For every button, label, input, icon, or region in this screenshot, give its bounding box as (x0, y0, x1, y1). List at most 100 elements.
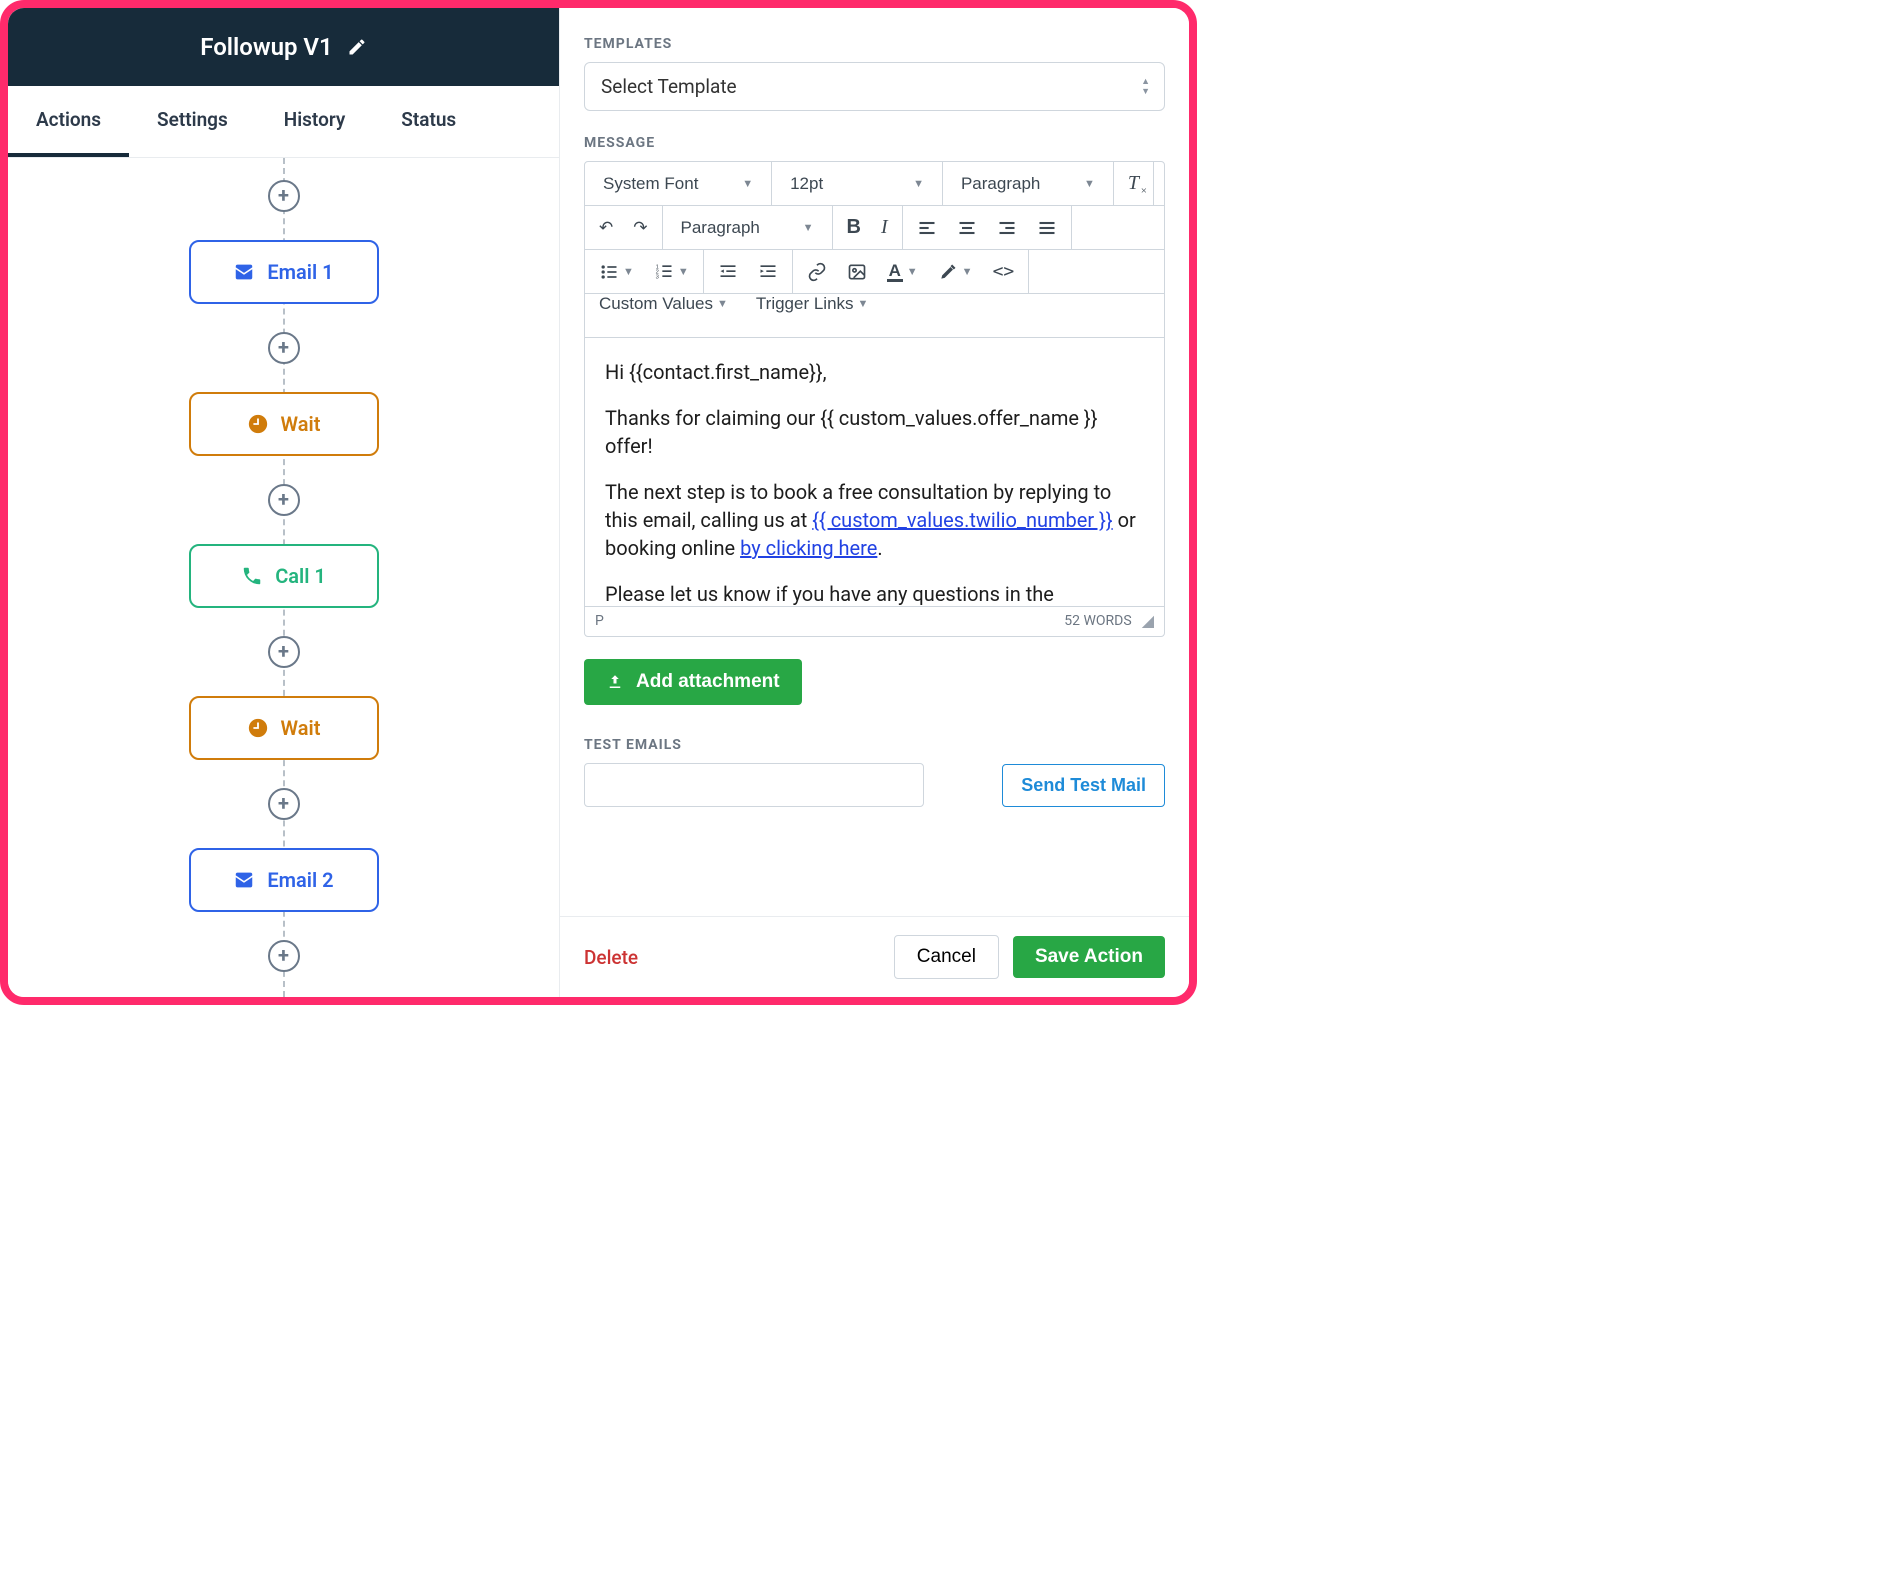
chevron-down-icon: ▼ (962, 266, 973, 278)
tab-settings[interactable]: Settings (129, 86, 256, 157)
save-action-button[interactable]: Save Action (1013, 936, 1165, 978)
delete-button[interactable]: Delete (584, 946, 638, 969)
indent-button[interactable] (748, 250, 788, 293)
action-bar: Delete Cancel Save Action (560, 916, 1189, 997)
message-body[interactable]: Hi {{contact.first_name}}, Thanks for cl… (585, 338, 1164, 606)
chevron-down-icon: ▼ (742, 178, 753, 190)
test-email-input[interactable] (584, 763, 924, 807)
highlight-button[interactable]: ▼ (928, 250, 983, 293)
test-emails-label: TEST EMAILS (584, 737, 1165, 753)
clock-icon (247, 717, 269, 739)
cancel-button[interactable]: Cancel (894, 935, 999, 979)
send-test-mail-button[interactable]: Send Test Mail (1002, 764, 1165, 807)
flow-node-wait-1[interactable]: Wait (189, 392, 379, 456)
flow-node-label: Wait (281, 716, 321, 740)
redo-icon: ↷ (633, 218, 647, 238)
flow-canvas: + Email 1 + Wait + (8, 158, 559, 997)
body-p3c: . (877, 536, 882, 560)
align-right-button[interactable] (987, 206, 1027, 249)
font-family-select[interactable]: System Font ▼ (589, 162, 767, 205)
code-button[interactable]: <> (983, 250, 1025, 293)
clear-formatting-icon: T× (1128, 172, 1139, 195)
status-path: P (595, 613, 604, 629)
flow-node-email-2[interactable]: Email 2 (189, 848, 379, 912)
tab-history[interactable]: History (256, 86, 374, 157)
twilio-number-link[interactable]: {{ custom_values.twilio_number }} (812, 508, 1112, 532)
flow-node-label: Email 2 (267, 868, 333, 892)
align-center-icon (957, 218, 977, 238)
flow-node-label: Call 1 (275, 564, 326, 588)
text-color-button[interactable]: A▼ (877, 250, 928, 293)
add-step-button[interactable]: + (268, 332, 300, 364)
header: Followup V1 (8, 8, 559, 86)
redo-button[interactable]: ↷ (623, 206, 657, 249)
chevron-down-icon: ▼ (717, 298, 728, 310)
outdent-icon (718, 262, 738, 282)
bold-icon: B (847, 216, 861, 239)
booking-link[interactable]: by clicking here (740, 536, 877, 560)
body-p2a: Thanks for claiming our {{ custom_values… (605, 406, 1097, 458)
indent-icon (758, 262, 778, 282)
flow-node-wait-2[interactable]: Wait (189, 696, 379, 760)
chevron-down-icon: ▼ (803, 222, 814, 234)
italic-button[interactable]: I (871, 206, 898, 249)
toolbar-row-4: Custom Values ▼ Trigger Links ▼ (585, 294, 1164, 338)
chevron-down-icon: ▼ (907, 266, 918, 278)
font-size-select[interactable]: 12pt ▼ (776, 162, 938, 205)
add-step-button[interactable]: + (268, 788, 300, 820)
align-justify-button[interactable] (1027, 206, 1067, 249)
template-select[interactable]: Select Template ▲▼ (584, 62, 1165, 111)
number-list-button[interactable]: 123▼ (644, 250, 699, 293)
test-email-row: Send Test Mail (584, 763, 1165, 807)
block-format-top-select[interactable]: Paragraph ▼ (947, 162, 1109, 205)
toolbar-row-3: ▼ 123▼ A▼ ▼ <> (585, 250, 1164, 294)
chevron-down-icon: ▼ (623, 266, 634, 278)
undo-button[interactable]: ↶ (589, 206, 623, 249)
upload-icon (606, 673, 624, 691)
body-p3: The next step is to book a free consulta… (605, 478, 1144, 562)
add-step-button[interactable]: + (268, 636, 300, 668)
svg-text:3: 3 (656, 274, 659, 280)
align-left-icon (917, 218, 937, 238)
custom-values-menu[interactable]: Custom Values ▼ (585, 294, 742, 314)
body-p2: Thanks for claiming our {{ custom_values… (605, 404, 1144, 460)
bold-button[interactable]: B (837, 206, 871, 249)
right-panel-scroll: TEMPLATES Select Template ▲▼ MESSAGE Sys… (560, 8, 1189, 916)
custom-values-label: Custom Values (599, 294, 713, 314)
add-attachment-button[interactable]: Add attachment (584, 659, 802, 705)
block-format-select[interactable]: Paragraph ▼ (667, 206, 828, 249)
flow-node-email-1[interactable]: Email 1 (189, 240, 379, 304)
campaign-title: Followup V1 (200, 33, 332, 61)
add-step-button[interactable]: + (268, 484, 300, 516)
trigger-links-menu[interactable]: Trigger Links ▼ (742, 294, 883, 314)
link-icon (807, 262, 827, 282)
block-format-value: Paragraph (681, 218, 760, 238)
body-p1: Hi {{contact.first_name}}, (605, 358, 1144, 386)
bullet-list-button[interactable]: ▼ (589, 250, 644, 293)
add-step-button[interactable]: + (268, 940, 300, 972)
flow-node-label: Wait (281, 412, 321, 436)
undo-icon: ↶ (599, 218, 613, 238)
flow-node-label: Email 1 (267, 260, 333, 284)
insert-image-button[interactable] (837, 250, 877, 293)
align-justify-icon (1037, 218, 1057, 238)
align-left-button[interactable] (907, 206, 947, 249)
flow-node-call-1[interactable]: Call 1 (189, 544, 379, 608)
add-attachment-label: Add attachment (636, 671, 780, 693)
tab-actions[interactable]: Actions (8, 86, 129, 157)
body-p4: Please let us know if you have any quest… (605, 580, 1144, 606)
image-icon (847, 262, 867, 282)
align-center-button[interactable] (947, 206, 987, 249)
trigger-links-label: Trigger Links (756, 294, 854, 314)
insert-link-button[interactable] (797, 250, 837, 293)
email-icon (233, 869, 255, 891)
edit-title-icon[interactable] (347, 37, 367, 57)
right-panel: TEMPLATES Select Template ▲▼ MESSAGE Sys… (560, 8, 1189, 997)
clear-formatting-button[interactable]: T× (1118, 162, 1149, 205)
add-step-button[interactable]: + (268, 180, 300, 212)
tab-status[interactable]: Status (373, 86, 484, 157)
block-format-top-value: Paragraph (961, 174, 1040, 194)
toolbar-row-1: System Font ▼ 12pt ▼ Paragraph ▼ (585, 162, 1164, 206)
outdent-button[interactable] (708, 250, 748, 293)
resize-handle-icon[interactable]: ◢ (1142, 611, 1154, 630)
